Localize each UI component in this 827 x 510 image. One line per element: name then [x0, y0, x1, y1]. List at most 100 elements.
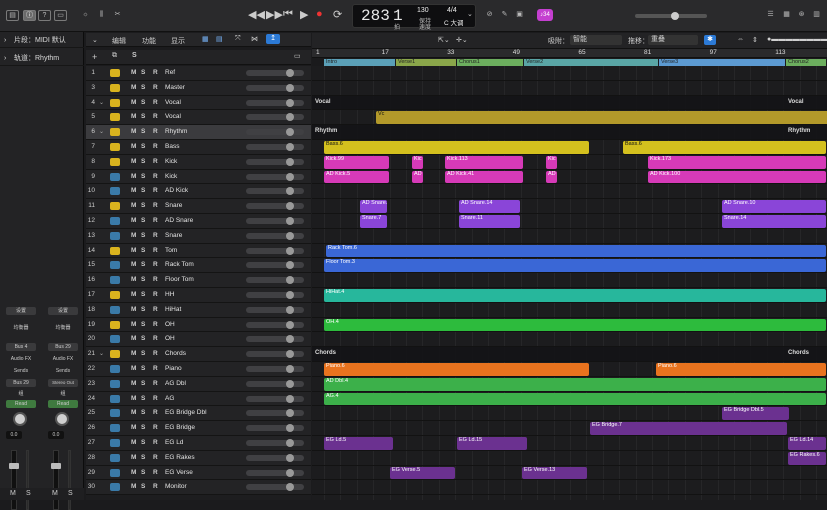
- track-volume-slider[interactable]: [246, 217, 304, 225]
- track-name[interactable]: AG: [165, 395, 174, 402]
- track-lane[interactable]: [312, 95, 827, 111]
- drag-select[interactable]: 重叠: [648, 35, 698, 45]
- solo-button[interactable]: S: [141, 113, 145, 120]
- record-enable-button[interactable]: R: [153, 113, 158, 120]
- track-name[interactable]: Monitor: [165, 483, 187, 490]
- record-enable-button[interactable]: R: [153, 158, 158, 165]
- record-enable-button[interactable]: R: [153, 99, 158, 106]
- mute-button[interactable]: M: [131, 395, 136, 402]
- track-volume-slider[interactable]: [246, 424, 304, 433]
- track-name[interactable]: OH: [165, 321, 175, 328]
- mute-button[interactable]: M: [131, 380, 136, 387]
- track-lane[interactable]: [312, 125, 827, 140]
- region[interactable]: EG Verse.13: [522, 466, 587, 480]
- mute-button[interactable]: M: [131, 187, 136, 194]
- library-icon[interactable]: ▤: [6, 10, 19, 21]
- region[interactable]: Bass.6: [324, 141, 589, 154]
- volume-knob[interactable]: [286, 98, 294, 107]
- track-name[interactable]: Piano: [165, 365, 182, 372]
- volume-knob[interactable]: [286, 350, 294, 359]
- track-row[interactable]: 17 M S R HH: [86, 288, 311, 303]
- disclosure-icon[interactable]: ⌄: [99, 128, 104, 135]
- track-name[interactable]: HiHat: [165, 306, 181, 313]
- eq-label[interactable]: 均衡器: [48, 324, 78, 332]
- track-row[interactable]: 22 M S R Piano: [86, 362, 311, 377]
- track-row[interactable]: 9 M S R Kick: [86, 169, 311, 185]
- mute-button[interactable]: M: [131, 202, 136, 209]
- track-row[interactable]: 5 M S R Vocal: [86, 110, 311, 126]
- group-slot[interactable]: 组: [48, 390, 78, 398]
- record-enable-button[interactable]: R: [153, 395, 158, 402]
- mute-button[interactable]: M: [131, 261, 136, 268]
- record-enable-button[interactable]: R: [153, 306, 158, 313]
- loops-icon[interactable]: ⊛: [795, 10, 808, 21]
- record-enable-button[interactable]: R: [153, 291, 158, 298]
- solo-button[interactable]: S: [141, 173, 145, 180]
- solo-button[interactable]: S: [141, 247, 145, 254]
- mixer-icon[interactable]: ⫼: [95, 10, 108, 21]
- region[interactable]: AD Snare.10: [722, 200, 826, 213]
- pan-knob[interactable]: [13, 412, 27, 426]
- track-row[interactable]: 10 M S R AD Kick: [86, 184, 311, 200]
- volume-knob[interactable]: [286, 128, 294, 137]
- mute-button[interactable]: M: [131, 424, 136, 431]
- note-pad-icon[interactable]: ✎: [498, 10, 511, 21]
- track-volume-slider[interactable]: [246, 409, 304, 418]
- volume-knob[interactable]: [286, 320, 294, 329]
- add-track-button[interactable]: +: [92, 52, 97, 62]
- eq-label[interactable]: 均衡器: [6, 324, 36, 332]
- mute-button[interactable]: M: [131, 247, 136, 254]
- region[interactable]: Snare.7: [360, 215, 387, 228]
- track-row[interactable]: 23 M S R AG Dbl: [86, 376, 311, 392]
- mute-button[interactable]: M: [131, 173, 136, 180]
- notes-icon[interactable]: ▦: [780, 10, 793, 21]
- group-slot[interactable]: 组: [6, 390, 36, 398]
- mute-button[interactable]: M: [131, 143, 136, 150]
- volume-knob[interactable]: [286, 291, 294, 299]
- track-name[interactable]: EG Ld: [165, 439, 183, 446]
- track-volume-slider[interactable]: [246, 261, 304, 270]
- solo-button[interactable]: S: [141, 261, 145, 268]
- play-button[interactable]: ▶: [300, 8, 308, 21]
- track-name[interactable]: Master: [165, 84, 185, 91]
- track-volume-slider[interactable]: [246, 113, 304, 122]
- track-name[interactable]: OH: [165, 335, 175, 342]
- volume-knob[interactable]: [286, 394, 294, 403]
- mute-button[interactable]: M: [131, 350, 136, 357]
- region[interactable]: EG Verse.5: [390, 466, 455, 480]
- list-icon[interactable]: ☰: [764, 10, 777, 21]
- record-enable-button[interactable]: R: [153, 350, 158, 357]
- solo-button[interactable]: S: [141, 276, 145, 283]
- view-menu[interactable]: 显示: [171, 36, 185, 46]
- bar-ruler[interactable]: 1 17 33 49 65 81 97 113: [312, 49, 827, 58]
- mute-button[interactable]: M: [52, 490, 58, 497]
- solo-button[interactable]: S: [26, 490, 31, 497]
- master-volume-slider[interactable]: [635, 12, 707, 20]
- mute-button[interactable]: M: [131, 217, 136, 224]
- track-row[interactable]: 11 M S R Snare: [86, 199, 311, 214]
- pointer-tool-menu[interactable]: ⇱⌄: [438, 36, 450, 44]
- region[interactable]: AD Snare.1: [360, 200, 387, 213]
- waveform-zoom-icon[interactable]: ✱: [704, 35, 716, 45]
- region[interactable]: EG Bridge.7: [590, 422, 787, 435]
- volume-knob[interactable]: [286, 468, 294, 477]
- smart-controls-icon[interactable]: ☼: [79, 10, 92, 21]
- record-enable-button[interactable]: R: [153, 321, 158, 328]
- mute-button[interactable]: M: [131, 454, 136, 461]
- mute-button[interactable]: M: [131, 276, 136, 283]
- solo-button[interactable]: S: [141, 84, 145, 91]
- browser-icon[interactable]: ▥: [810, 10, 823, 21]
- solo-button[interactable]: S: [141, 439, 145, 446]
- track-row[interactable]: 28 M S R EG Rakes: [86, 450, 311, 466]
- record-enable-button[interactable]: R: [153, 247, 158, 254]
- vertical-zoom-icon[interactable]: ⇕: [752, 36, 758, 44]
- region[interactable]: OH.4: [324, 318, 826, 332]
- mute-button[interactable]: M: [131, 291, 136, 298]
- track-volume-slider[interactable]: [246, 98, 304, 107]
- track-volume-slider[interactable]: [246, 157, 304, 166]
- loop-browser-icon[interactable]: ▣: [513, 10, 526, 21]
- region[interactable]: Snare.11: [459, 215, 520, 228]
- track-name[interactable]: EG Bridge Dbl: [165, 409, 207, 416]
- marker[interactable]: Intro: [324, 59, 395, 66]
- solo-button[interactable]: S: [141, 454, 145, 461]
